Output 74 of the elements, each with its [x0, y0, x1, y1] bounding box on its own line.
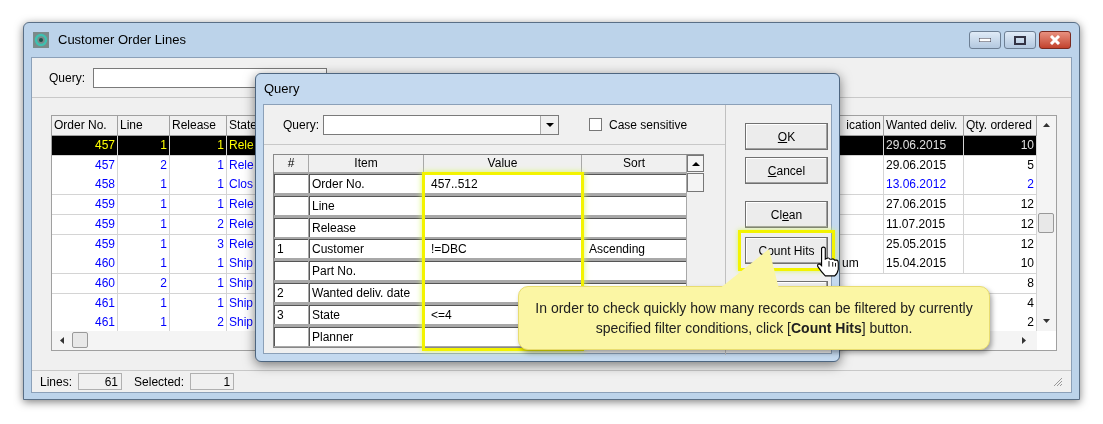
checkbox-label: Case sensitive — [609, 116, 688, 134]
table-cell: 1 — [170, 273, 227, 294]
close-icon — [1049, 35, 1061, 45]
grid-cell[interactable] — [582, 195, 686, 215]
table-cell: 459 — [52, 214, 118, 235]
dialog-button[interactable]: Cancel — [745, 157, 828, 184]
column-header[interactable]: # — [274, 155, 308, 172]
maximize-icon — [1014, 35, 1026, 45]
grid-cell — [274, 174, 308, 193]
grid-cell[interactable] — [424, 217, 581, 237]
grid-cell: 3 — [274, 304, 308, 324]
scroll-up-button[interactable] — [687, 155, 704, 172]
window-title: Customer Order Lines — [58, 31, 186, 50]
grid-cell — [274, 195, 308, 215]
case-sensitive-checkbox[interactable] — [589, 118, 602, 131]
dropdown-arrow-icon — [545, 122, 554, 127]
grid-cell: 1 — [274, 239, 308, 259]
grid-cell: Line — [309, 195, 423, 215]
table-cell: 11.07.2015 — [884, 214, 964, 235]
grid-cell — [274, 326, 308, 346]
vertical-scrollbar[interactable] — [1037, 116, 1056, 331]
column-header[interactable]: Qty. ordered — [964, 116, 1037, 136]
grid-cell[interactable] — [582, 217, 686, 237]
scroll-right-icon — [1022, 337, 1026, 344]
column-header[interactable]: Order No. — [52, 116, 118, 136]
resize-grip-icon — [1053, 376, 1063, 387]
grid-cell: Release — [309, 217, 423, 237]
grid-cell[interactable] — [582, 261, 686, 281]
table-cell: 2 — [170, 214, 227, 235]
close-button[interactable] — [1039, 31, 1071, 49]
status-label: Lines: — [40, 373, 73, 391]
grid-cell — [274, 217, 308, 237]
maximize-button[interactable] — [1004, 31, 1036, 49]
grid-cell[interactable] — [424, 195, 581, 215]
table-cell: 1 — [118, 214, 170, 235]
grid-cell: Part No. — [309, 261, 423, 281]
scroll-up-icon — [1043, 123, 1050, 127]
grid-cell: State — [309, 304, 423, 324]
column-header[interactable]: Sort — [582, 155, 686, 172]
grid-cell: Order No. — [309, 174, 423, 193]
dialog-button[interactable]: OK — [745, 123, 828, 150]
grid-cell: 2 — [274, 283, 308, 302]
status-value: 1 — [190, 373, 235, 390]
grid-cell: Customer — [309, 239, 423, 259]
grid-cell: Planner — [309, 326, 423, 346]
grid-cell[interactable] — [582, 174, 686, 193]
query-label: Query: — [49, 69, 85, 87]
grid-cell — [274, 261, 308, 281]
scroll-up-icon — [691, 161, 700, 166]
dialog-title: Query — [264, 80, 300, 99]
grid-cell[interactable]: Ascending — [582, 239, 686, 259]
column-header[interactable]: Line — [118, 116, 170, 136]
table-cell: 460 — [52, 273, 118, 294]
scroll-thumb[interactable] — [687, 173, 704, 192]
dialog-button[interactable]: Clean — [745, 201, 828, 228]
column-header[interactable]: Release — [170, 116, 227, 136]
grid-cell[interactable]: !=DBC — [424, 239, 581, 259]
scroll-down-icon — [1043, 319, 1050, 323]
status-label: Selected: — [134, 373, 185, 391]
status-value: 61 — [78, 373, 123, 390]
query-label: Query: — [283, 116, 319, 134]
grid-cell[interactable] — [424, 261, 581, 281]
scroll-thumb[interactable] — [72, 332, 88, 348]
column-header[interactable]: Wanted deliv. — [884, 116, 964, 136]
app-icon — [32, 31, 50, 49]
column-header[interactable]: Value — [424, 155, 581, 172]
minimize-icon — [979, 38, 991, 42]
scroll-left-icon — [60, 337, 64, 344]
table-cell: 2 — [118, 273, 170, 294]
query-combobox[interactable] — [323, 114, 559, 135]
minimize-button[interactable] — [969, 31, 1001, 49]
column-header[interactable]: Item — [309, 155, 423, 172]
grid-cell: Wanted deliv. date — [309, 283, 423, 302]
scroll-thumb[interactable] — [1038, 213, 1054, 233]
